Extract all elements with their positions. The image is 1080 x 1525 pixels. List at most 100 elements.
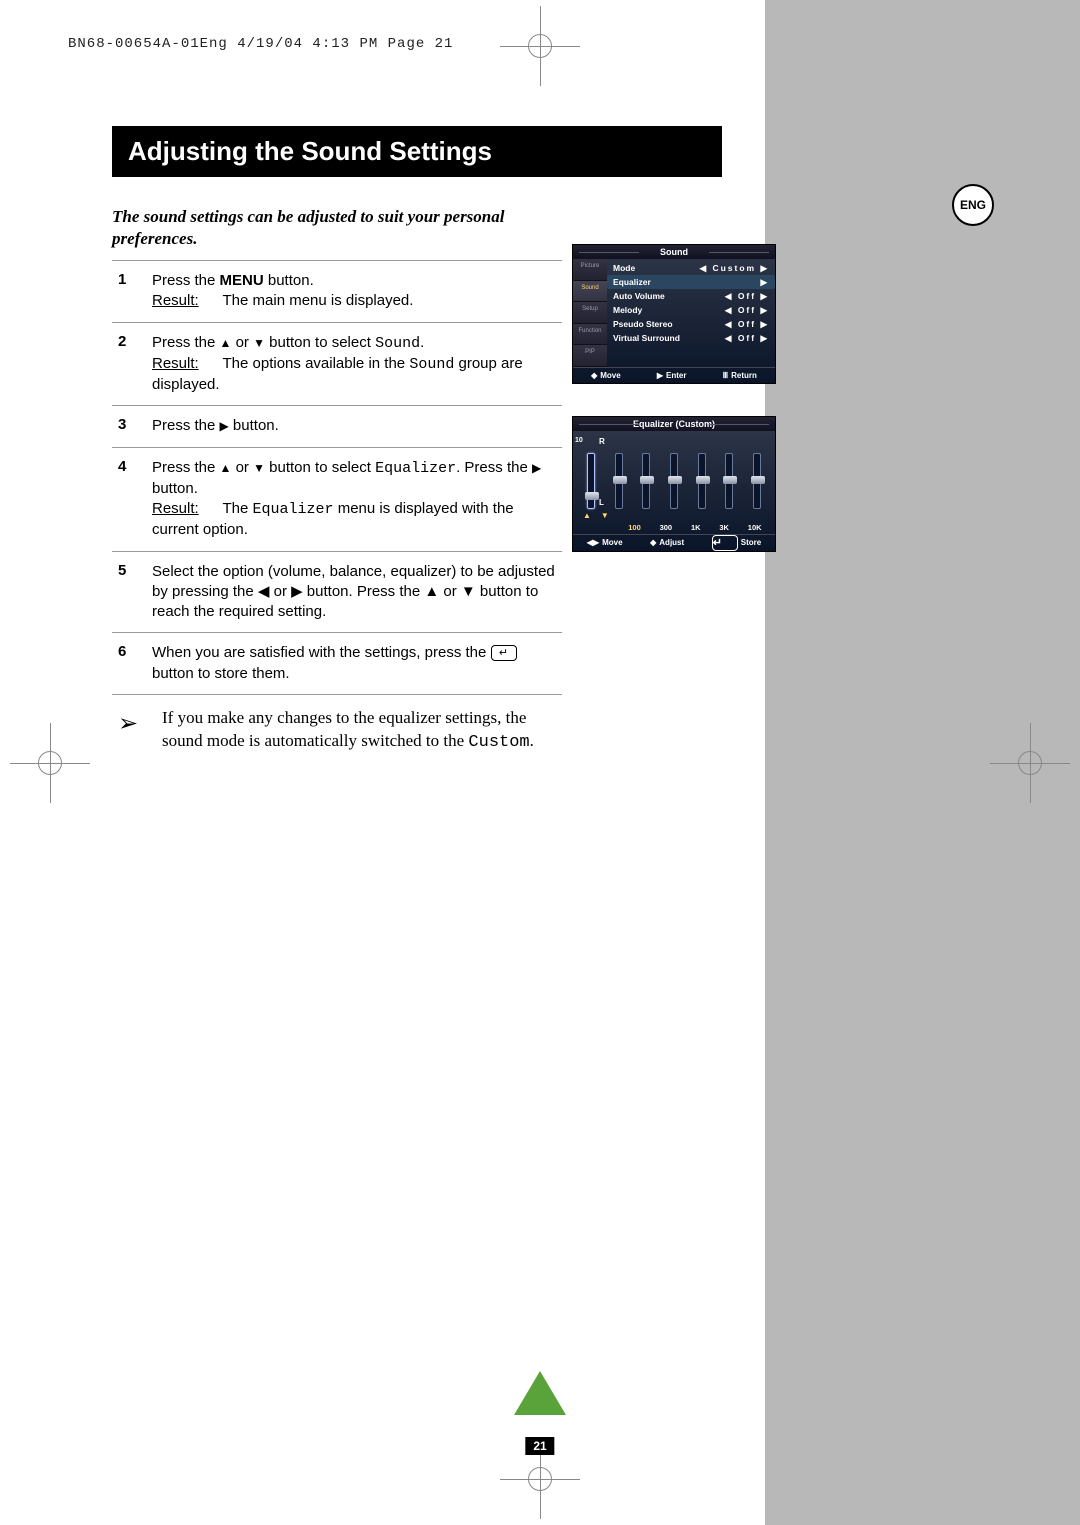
value: ◀ Off ▶ (725, 317, 769, 331)
step-number: 1 (118, 271, 152, 312)
page-continue-icon (514, 1371, 566, 1415)
hint-move: ◀▶Move (587, 538, 623, 547)
osd-footer: ◀▶Move ◆Adjust ↵Store (573, 534, 775, 550)
osd-side-tabs: Picture Sound Setup Function PIP (573, 259, 607, 367)
osd-title: Sound (573, 245, 775, 259)
eq-thumb (640, 476, 654, 484)
up-icon: ▲ (220, 460, 232, 474)
text: button. (152, 480, 198, 497)
step-number: 2 (118, 333, 152, 396)
label: Equalizer (613, 275, 651, 289)
label: Melody (613, 303, 642, 317)
right-icon: ▶ (220, 419, 229, 433)
osd-equalizer: Equalizer (Custom) 10 R L ▲ ▼ .. 100 (572, 416, 776, 552)
result-text: The options available in the (223, 355, 410, 372)
note-text: If you make any changes to the equalizer… (162, 707, 562, 755)
note-arrow-icon: ➢ (118, 707, 162, 755)
right-icon: ▶ (532, 460, 541, 474)
eq-thumb (613, 476, 627, 484)
osd-sound-menu: Sound Picture Sound Setup Function PIP M… (572, 244, 776, 384)
menu-icon: Ⅲ (723, 371, 729, 380)
eq-track (725, 453, 733, 509)
crop-mark-top (520, 26, 560, 66)
sound-mono: Sound (375, 335, 420, 352)
eq-track (587, 453, 595, 509)
text: button to store them. (152, 665, 290, 682)
eq-arrow-row: ▲ ▼ (573, 511, 775, 523)
label: Adjust (659, 538, 684, 547)
text: button. (229, 417, 279, 434)
osd-item-equalizer: Equalizer▶ (607, 275, 775, 289)
down-icon: ▼ (253, 335, 265, 349)
osd-option-list: Mode◀ Custom ▶ Equalizer▶ Auto Volume◀ O… (607, 259, 775, 367)
text: button. (264, 272, 314, 289)
language-badge: ENG (952, 184, 994, 226)
eq-track (615, 453, 623, 509)
eq-band-vol (615, 453, 623, 509)
up-icon: ▲ (220, 335, 232, 349)
text: button to select (265, 459, 375, 476)
text: . (530, 731, 534, 750)
hint-move: ◆Move (591, 371, 621, 380)
text: Press the (152, 334, 220, 351)
eq-sliders: 10 R L (573, 431, 775, 511)
up-icon: ▲ (583, 511, 591, 523)
enter-icon: ↵ (491, 645, 517, 661)
osd-item-autovolume: Auto Volume◀ Off ▶ (613, 289, 769, 303)
eq-label-3k: 3K (719, 523, 729, 532)
osd-tab-picture: Picture (573, 259, 607, 281)
hint-adjust: ◆Adjust (650, 538, 684, 547)
osd-item-melody: Melody◀ Off ▶ (613, 303, 769, 317)
hint-store: ↵Store (712, 535, 761, 551)
value: ◀ Custom ▶ (700, 261, 769, 275)
text: Press the (152, 272, 220, 289)
step-1: 1 Press the MENU button. Result: The mai… (112, 260, 562, 322)
step-5: 5 Select the option (volume, balance, eq… (112, 551, 562, 633)
eq-thumb (696, 476, 710, 484)
label: Virtual Surround (613, 331, 680, 345)
eq-band-300 (670, 453, 678, 509)
step-text: Press the ▲ or ▼ button to select Equali… (152, 458, 562, 541)
text: or (231, 459, 253, 476)
eq-label-1k: 1K (691, 523, 701, 532)
result-label: Result: (152, 499, 210, 519)
step-4: 4 Press the ▲ or ▼ button to select Equa… (112, 447, 562, 551)
down-icon: ▼ (601, 511, 609, 523)
eq-scale-top: 10 (575, 437, 583, 445)
label: Mode (613, 261, 635, 275)
label: Move (602, 538, 622, 547)
intro-text: The sound settings can be adjusted to su… (112, 206, 552, 250)
step-2: 2 Press the ▲ or ▼ button to select Soun… (112, 322, 562, 406)
osd-tab-pip: PIP (573, 345, 607, 367)
hint-return: ⅢReturn (723, 371, 757, 380)
eq-band-3k (725, 453, 733, 509)
eq-thumb (751, 476, 765, 484)
text: . Press the (456, 459, 532, 476)
updown-icon: ◆ (591, 371, 597, 380)
eq-label-100: 100 (628, 523, 641, 532)
print-header: BN68-00654A-01Eng 4/19/04 4:13 PM Page 2… (68, 36, 453, 52)
text: . (420, 334, 424, 351)
updown-icon: ◆ (650, 538, 656, 547)
eq-track (698, 453, 706, 509)
text: Press the (152, 417, 220, 434)
eq-label-10k: 10K (748, 523, 762, 532)
page-number: 21 (525, 1437, 554, 1455)
osd-item-pseudostereo: Pseudo Stereo ◀ Off ▶ (613, 317, 769, 331)
osd-tab-setup: Setup (573, 302, 607, 324)
menu-bold: MENU (220, 272, 264, 289)
value: ◀ Off ▶ (725, 331, 769, 345)
label: Auto Volume (613, 289, 665, 303)
crop-mark-right (1000, 733, 1060, 793)
step-number: 5 (118, 562, 152, 623)
step-number: 4 (118, 458, 152, 541)
crop-mark-left (20, 733, 80, 793)
text: button to select (265, 334, 375, 351)
leftright-icon: ◀▶ (587, 538, 599, 547)
hint-enter: ▶Enter (657, 371, 687, 380)
step-text: Press the ▲ or ▼ button to select Sound.… (152, 333, 562, 396)
label: Pseudo Stereo (613, 317, 673, 331)
eq-band-10k (753, 453, 761, 509)
step-text: Press the MENU button. Result: The main … (152, 271, 562, 312)
label: Enter (666, 371, 686, 380)
